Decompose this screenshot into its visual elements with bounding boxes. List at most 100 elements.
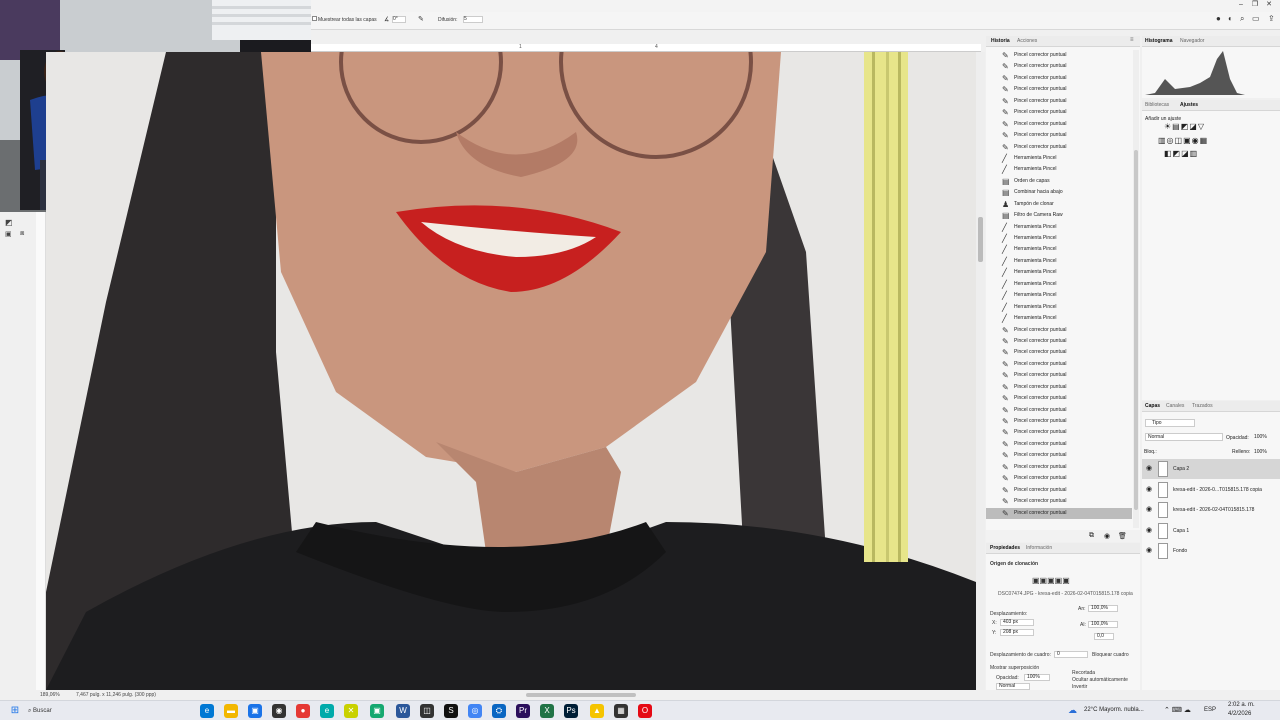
folder-icon[interactable]: ▬	[224, 704, 238, 718]
windows-start-icon[interactable]: ⊞	[8, 704, 22, 718]
steam-icon[interactable]: ⛭	[492, 704, 506, 718]
angle-input[interactable]: 0,0	[1094, 633, 1114, 640]
layer-row[interactable]: ◉ Fondo	[1142, 541, 1280, 561]
media-icon[interactable]: ●	[296, 704, 310, 718]
panel-menu-icon[interactable]: ≡	[1130, 37, 1134, 43]
history-item[interactable]: ╱ Herramienta Pincel	[986, 244, 1132, 255]
history-item[interactable]: ✎ Pincel corrector puntual	[986, 50, 1132, 61]
snapshot-icon[interactable]: ◉	[1104, 532, 1110, 540]
app-icon[interactable]: ◉	[272, 704, 286, 718]
layer-filter-select[interactable]: Tipo	[1145, 419, 1195, 427]
y-offset-input[interactable]: 208 px	[1000, 629, 1034, 636]
new-document-from-state-icon[interactable]: ⧉	[1089, 532, 1094, 540]
history-item[interactable]: ╱ Herramienta Pincel	[986, 256, 1132, 267]
scroll-thumb[interactable]	[526, 693, 636, 697]
system-tray-icons[interactable]: ⌃ ⌨ ☁	[1164, 706, 1191, 714]
history-item[interactable]: ╱ Herramienta Pincel	[986, 164, 1132, 175]
history-item[interactable]: ╱ Herramienta Pincel	[986, 267, 1132, 278]
tab-paths[interactable]: Trazados	[1192, 403, 1213, 409]
app-icon[interactable]: ✕	[344, 704, 358, 718]
visibility-eye-icon[interactable]: ◉	[1146, 547, 1152, 554]
history-item[interactable]: ✎ Pincel corrector puntual	[986, 336, 1132, 347]
layer-row[interactable]: ◉ Capa 1	[1142, 521, 1280, 541]
clipped-checkbox[interactable]: Recortada	[1072, 670, 1095, 676]
history-item[interactable]: ✎ Pincel corrector puntual	[986, 61, 1132, 72]
share-icon[interactable]: ⇪	[1268, 14, 1275, 23]
app-icon[interactable]: ▦	[614, 704, 628, 718]
taskbar-search[interactable]: ⌕ Buscar	[28, 704, 158, 718]
history-item[interactable]: ╱ Herramienta Pincel	[986, 279, 1132, 290]
x-offset-input[interactable]: 403 px	[1000, 619, 1034, 626]
tab-properties[interactable]: Propiedades	[990, 545, 1020, 551]
tab-libraries[interactable]: Bibliotecas	[1145, 102, 1169, 108]
overlay-blend-select[interactable]: Normal	[996, 683, 1030, 690]
history-item[interactable]: ╱ Herramienta Pincel	[986, 153, 1132, 164]
store-icon[interactable]: ▣	[248, 704, 262, 718]
tab-actions[interactable]: Acciones	[1017, 38, 1037, 44]
history-item[interactable]: ✎ Pincel corrector puntual	[986, 359, 1132, 370]
history-item[interactable]: ╱ Herramienta Pincel	[986, 313, 1132, 324]
quick-mask-icon[interactable]: ▣	[5, 230, 17, 240]
zoom-level[interactable]: 189,06%	[40, 692, 60, 698]
tab-navigator[interactable]: Navegador	[1180, 38, 1204, 44]
blend-mode-select[interactable]: Normal	[1145, 433, 1223, 441]
app-icon[interactable]: ◫	[420, 704, 434, 718]
opacity-input[interactable]: 100%	[1254, 434, 1267, 440]
trash-icon[interactable]: 🗑	[1118, 532, 1127, 540]
app-icon[interactable]: ▣	[370, 704, 384, 718]
adjustment-icons-row-1[interactable]: ☀▤◩◪▽	[1164, 122, 1205, 131]
tab-history[interactable]: Historia	[991, 38, 1010, 44]
auto-hide-checkbox[interactable]: Ocultar automáticamente	[1072, 677, 1128, 683]
diffusion-select[interactable]: 5	[463, 16, 483, 23]
show-overlay-checkbox[interactable]: Mostrar superposición	[990, 665, 1039, 671]
layer-row[interactable]: ◉ kresa-edit - 2026-0...T015815.178 copia	[1142, 480, 1280, 500]
document-canvas[interactable]	[46, 52, 976, 690]
history-item[interactable]: ✎ Pincel corrector puntual	[986, 382, 1132, 393]
history-item[interactable]: ✎ Pincel corrector puntual	[986, 405, 1132, 416]
history-item[interactable]: ✎ Pincel corrector puntual	[986, 107, 1132, 118]
word-icon[interactable]: W	[396, 704, 410, 718]
search-icon[interactable]: ⌕	[1240, 14, 1244, 24]
close-icon[interactable]: ✕	[1264, 1, 1274, 9]
edge-icon[interactable]: e	[320, 704, 334, 718]
foreground-color-icon[interactable]: ◩	[5, 218, 17, 228]
canvas-vertical-scrollbar[interactable]	[976, 52, 985, 690]
scroll-thumb[interactable]	[1134, 150, 1138, 510]
visibility-eye-icon[interactable]: ◉	[1146, 527, 1152, 534]
visibility-eye-icon[interactable]: ◉	[1146, 506, 1152, 513]
adjustment-icons-row-3[interactable]: ◧◩◪▥	[1164, 149, 1198, 158]
history-item[interactable]: ✎ Pincel corrector puntual	[986, 496, 1132, 507]
history-item[interactable]: ✎ Pincel corrector puntual	[986, 370, 1132, 381]
account-icon[interactable]: ●	[1216, 14, 1221, 23]
history-item[interactable]: ✎ Pincel corrector puntual	[986, 462, 1132, 473]
history-item[interactable]: ✎ Pincel corrector puntual	[986, 416, 1132, 427]
premiere-icon[interactable]: Pr	[516, 704, 530, 718]
sample-all-layers-checkbox[interactable]	[312, 16, 317, 21]
tab-histogram[interactable]: Histograma	[1145, 38, 1173, 44]
history-item[interactable]: ✎ Pincel corrector puntual	[986, 393, 1132, 404]
weather-text[interactable]: 22°C Mayorm. nubla...	[1084, 707, 1144, 713]
history-item[interactable]: ✎ Pincel corrector puntual	[986, 325, 1132, 336]
history-item[interactable]: ✎ Pincel corrector puntual	[986, 96, 1132, 107]
overlay-opacity-input[interactable]: 100%	[1024, 674, 1050, 681]
tab-info[interactable]: Información	[1026, 545, 1052, 551]
history-item[interactable]: ♟ Tampón de clonar	[986, 199, 1132, 210]
invert-checkbox[interactable]: Invertir	[1072, 684, 1087, 690]
history-item[interactable]: ▤ Filtro de Camera Raw	[986, 210, 1132, 221]
tab-layers[interactable]: Capas	[1145, 403, 1160, 409]
history-item[interactable]: ✎ Pincel corrector puntual	[986, 485, 1132, 496]
adjustment-icons-row-2[interactable]: ▥◎◫▣◉▦	[1158, 136, 1208, 145]
history-item[interactable]: ✎ Pincel corrector puntual	[986, 347, 1132, 358]
history-item[interactable]: ✎ Pincel corrector puntual	[986, 130, 1132, 141]
history-scrollbar[interactable]	[1133, 50, 1139, 528]
history-item[interactable]: ✎ Pincel corrector puntual	[986, 84, 1132, 95]
history-item[interactable]: ▤ Orden de capas	[986, 176, 1132, 187]
history-item[interactable]: ✎ Pincel corrector puntual	[986, 450, 1132, 461]
history-item[interactable]: ▤ Combinar hacia abajo	[986, 187, 1132, 198]
clone-source-buttons-icon[interactable]: ▣▣▣▣▣	[1032, 576, 1070, 585]
clock-time[interactable]: 2:02 a. m.	[1228, 702, 1255, 708]
visibility-eye-icon[interactable]: ◉	[1146, 465, 1152, 472]
clock-date[interactable]: 4/2/2026	[1228, 711, 1251, 717]
history-item[interactable]: ╱ Herramienta Pincel	[986, 290, 1132, 301]
history-item[interactable]: ✎ Pincel corrector puntual	[986, 119, 1132, 130]
